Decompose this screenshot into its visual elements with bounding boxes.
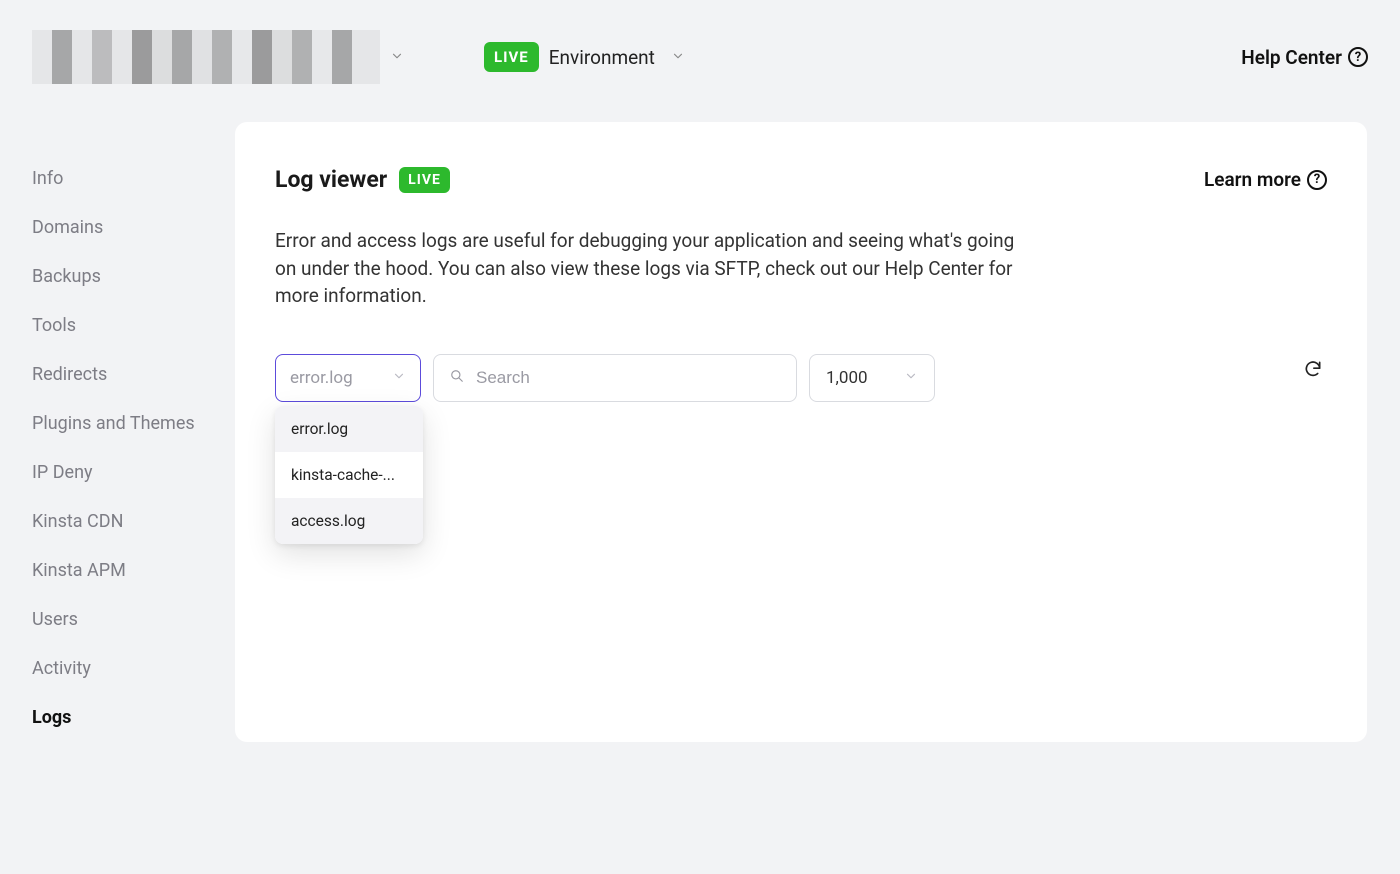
help-center-label: Help Center	[1241, 46, 1342, 69]
environment-selector[interactable]: LIVE Environment	[484, 42, 685, 72]
chevron-down-icon	[392, 368, 406, 388]
live-badge: LIVE	[484, 42, 539, 72]
sidebar-item-users[interactable]: Users	[32, 595, 235, 644]
sidebar-item-kinsta-cdn[interactable]: Kinsta CDN	[32, 497, 235, 546]
learn-more-link[interactable]: Learn more ?	[1204, 168, 1327, 191]
sidebar-item-plugins-themes[interactable]: Plugins and Themes	[32, 399, 235, 448]
line-count-value: 1,000	[826, 368, 868, 388]
panel-description: Error and access logs are useful for deb…	[275, 227, 1015, 310]
log-file-option[interactable]: error.log	[275, 406, 423, 452]
help-icon: ?	[1307, 170, 1327, 190]
sidebar-item-tools[interactable]: Tools	[32, 301, 235, 350]
sidebar-item-domains[interactable]: Domains	[32, 203, 235, 252]
sidebar-item-logs[interactable]: Logs	[32, 693, 235, 742]
site-selector-placeholder	[32, 30, 380, 84]
search-input-wrapper[interactable]	[433, 354, 797, 402]
help-icon: ?	[1348, 47, 1368, 67]
chevron-down-icon	[671, 48, 685, 67]
sidebar-item-ip-deny[interactable]: IP Deny	[32, 448, 235, 497]
environment-label: Environment	[549, 46, 655, 69]
log-viewer-panel: Log viewer LIVE Learn more ? Error and a…	[235, 122, 1367, 742]
help-center-link[interactable]: Help Center ?	[1241, 46, 1368, 69]
search-input[interactable]	[476, 368, 780, 388]
log-file-dropdown: error.logkinsta-cache-...access.log	[275, 406, 423, 544]
sidebar-item-kinsta-apm[interactable]: Kinsta APM	[32, 546, 235, 595]
sidebar-item-activity[interactable]: Activity	[32, 644, 235, 693]
panel-title: Log viewer	[275, 166, 387, 193]
chevron-down-icon[interactable]	[390, 48, 404, 67]
refresh-button[interactable]	[1303, 359, 1327, 384]
log-file-option[interactable]: kinsta-cache-...	[275, 452, 423, 498]
sidebar-item-info[interactable]: Info	[32, 154, 235, 203]
learn-more-label: Learn more	[1204, 168, 1301, 191]
sidebar-item-backups[interactable]: Backups	[32, 252, 235, 301]
line-count-select[interactable]: 1,000	[809, 354, 935, 402]
log-file-select[interactable]: error.log error.logkinsta-cache-...acces…	[275, 354, 421, 402]
chevron-down-icon	[904, 368, 918, 388]
sidebar: InfoDomainsBackupsToolsRedirectsPlugins …	[0, 104, 235, 742]
log-file-option[interactable]: access.log	[275, 498, 423, 544]
live-badge: LIVE	[399, 167, 450, 193]
log-file-select-value: error.log	[290, 368, 353, 388]
sidebar-item-redirects[interactable]: Redirects	[32, 350, 235, 399]
search-icon	[450, 369, 464, 387]
